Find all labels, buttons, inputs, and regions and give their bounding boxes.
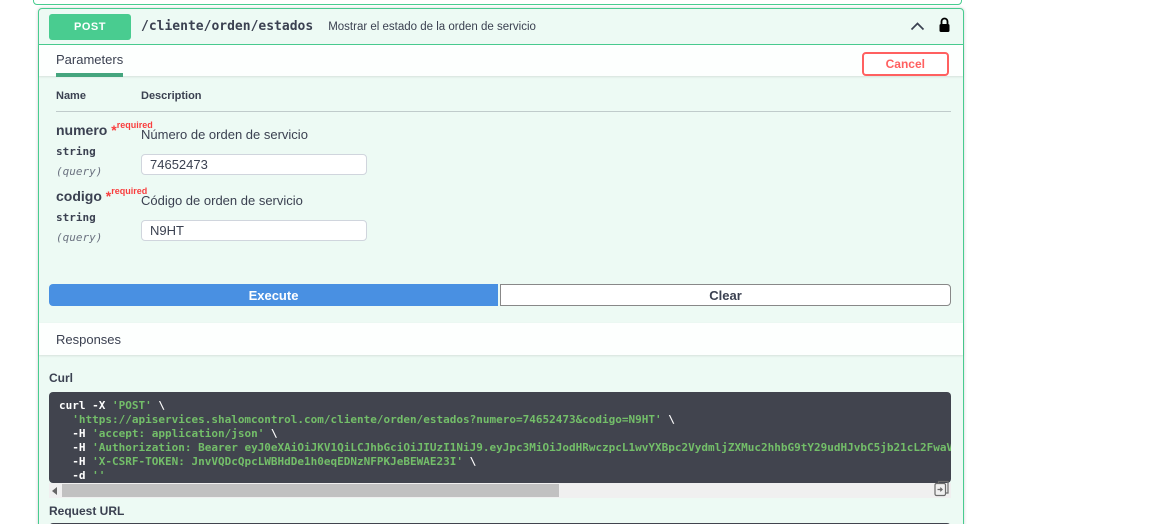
required-star: * [111, 122, 117, 138]
cancel-button[interactable]: Cancel [861, 52, 949, 76]
parameters-section-header: Parameters Cancel [39, 45, 963, 77]
numero-input[interactable] [141, 154, 367, 175]
param-description: Código de orden de servicio [141, 193, 303, 208]
authorize-button[interactable] [938, 17, 951, 36]
param-description-cell: Número de orden de servicio [141, 122, 951, 178]
execute-button[interactable]: Execute [49, 284, 498, 306]
copy-to-clipboard-button[interactable] [932, 480, 951, 499]
param-name: numero *required [56, 120, 153, 138]
param-location: (query) [56, 165, 103, 178]
opblock-post: POST /cliente/orden/estados Mostrar el e… [38, 8, 964, 524]
previous-opblock-edge [33, 0, 962, 5]
curl-code: curl -X 'POST' \ 'https://apiservices.sh… [49, 392, 951, 483]
responses-body: Curl curl -X 'POST' \ 'https://apiservic… [39, 355, 963, 524]
tab-parameters[interactable]: Parameters [56, 52, 124, 77]
param-name-cell: numero *required string (query) [56, 120, 153, 178]
opblock-summary[interactable]: POST /cliente/orden/estados Mostrar el e… [39, 9, 963, 45]
codigo-input[interactable] [141, 220, 367, 241]
endpoint-path: /cliente/orden/estados [141, 19, 314, 34]
scroll-left-arrow-icon[interactable] [52, 487, 57, 495]
param-type: string [56, 145, 96, 158]
clear-button[interactable]: Clear [500, 284, 951, 306]
execute-row: Execute Clear [49, 284, 951, 306]
table-row: codigo *required string (query) Código d… [56, 178, 951, 244]
param-name: codigo *required [56, 186, 148, 204]
curl-label: Curl [49, 371, 73, 385]
request-url-label: Request URL [49, 504, 125, 518]
chevron-up-icon [910, 19, 925, 34]
collapse-button[interactable] [910, 19, 925, 34]
param-location: (query) [56, 231, 103, 244]
required-label: required [116, 120, 153, 130]
copy-icon [933, 480, 950, 500]
responses-title: Responses [56, 331, 122, 347]
param-description-cell: Código de orden de servicio [141, 188, 951, 244]
required-label: required [111, 186, 148, 196]
endpoint-summary: Mostrar el estado de la orden de servici… [328, 20, 536, 33]
responses-section-header: Responses [39, 323, 963, 355]
table-row: numero *required string (query) Número d… [56, 112, 951, 178]
horizontal-scrollbar[interactable] [49, 480, 951, 499]
param-name-cell: codigo *required string (query) [56, 186, 148, 244]
param-type: string [56, 211, 96, 224]
method-badge: POST [49, 13, 131, 40]
param-description: Número de orden de servicio [141, 127, 308, 142]
description-column-header: Description [141, 90, 202, 102]
swagger-page: POST /cliente/orden/estados Mostrar el e… [0, 0, 1165, 524]
parameters-table: Name Description numero *required string… [39, 76, 963, 244]
scrollbar-thumb[interactable] [62, 484, 559, 497]
table-header-row: Name Description [56, 90, 951, 112]
lock-icon [938, 17, 951, 36]
name-column-header: Name [56, 90, 86, 102]
